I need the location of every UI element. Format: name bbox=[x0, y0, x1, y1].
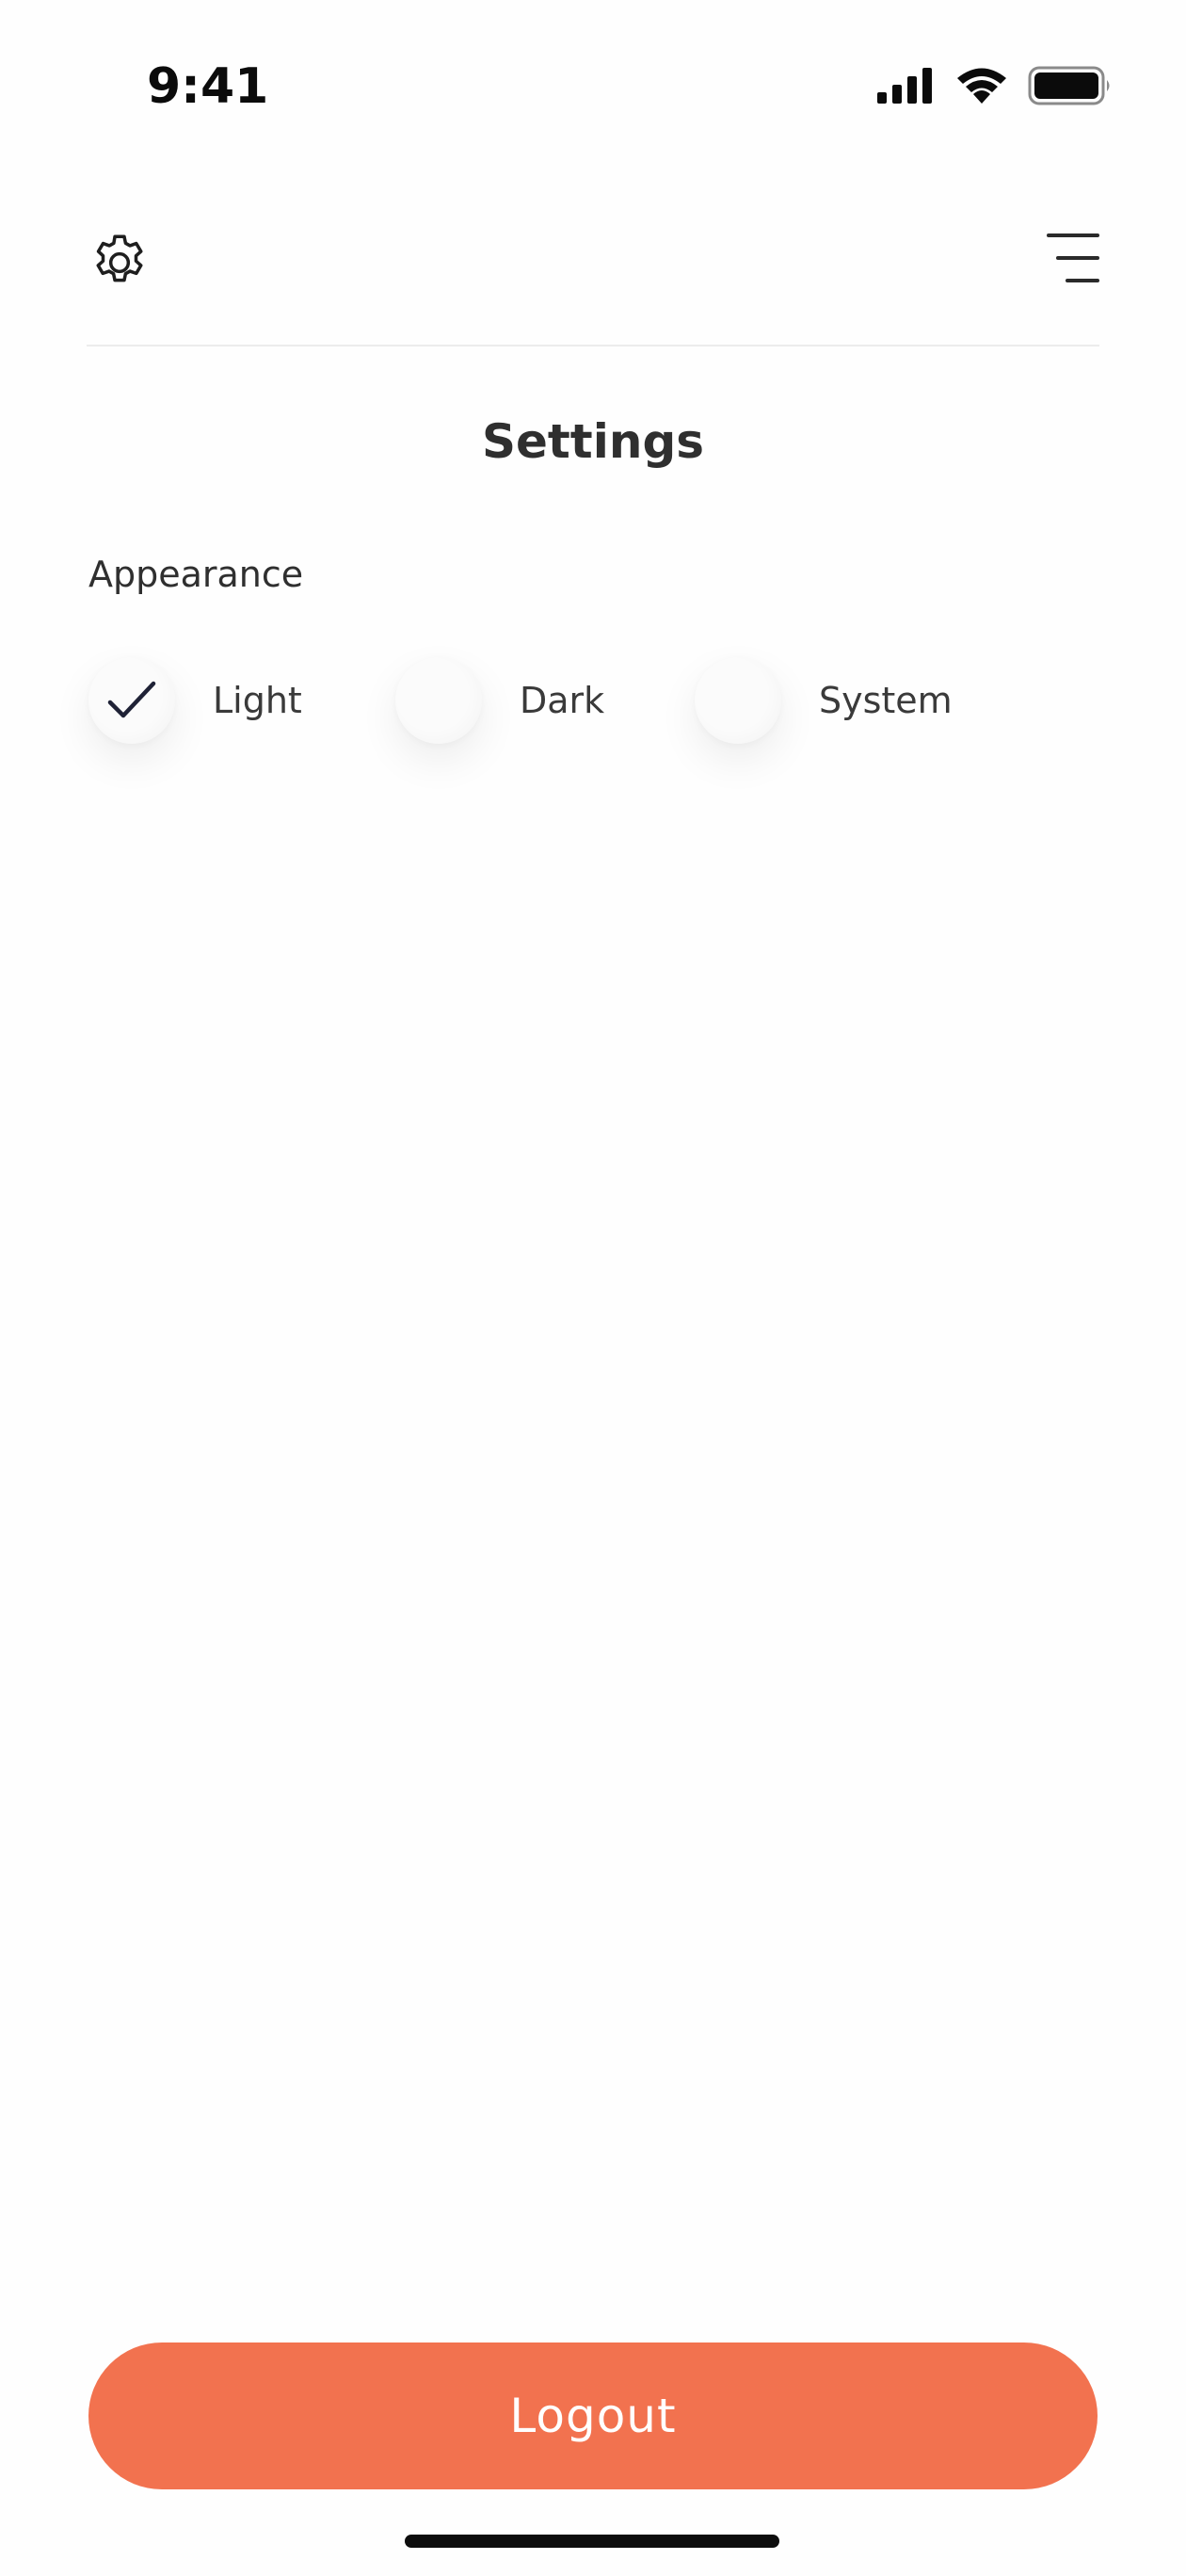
option-label-dark: Dark bbox=[520, 680, 605, 721]
home-indicator bbox=[405, 2535, 779, 2548]
appearance-option-dark[interactable]: Dark bbox=[395, 655, 604, 746]
option-label-system: System bbox=[819, 680, 953, 721]
checkmark-icon bbox=[107, 681, 156, 718]
page-title: Settings bbox=[481, 414, 704, 469]
radio-dark[interactable] bbox=[395, 657, 482, 744]
top-bar bbox=[87, 224, 1099, 346]
option-label-light: Light bbox=[213, 680, 302, 721]
status-bar: 9:41 bbox=[0, 0, 1186, 169]
appearance-option-system[interactable]: System bbox=[695, 655, 953, 746]
radio-system[interactable] bbox=[695, 657, 781, 744]
appearance-section-label: Appearance bbox=[88, 554, 304, 595]
radio-light[interactable] bbox=[88, 657, 175, 744]
gear-icon[interactable] bbox=[87, 230, 152, 296]
wifi-icon bbox=[957, 68, 1006, 104]
menu-icon[interactable] bbox=[1047, 230, 1099, 286]
logout-button[interactable]: Logout bbox=[88, 2343, 1098, 2489]
battery-icon bbox=[1028, 66, 1110, 105]
status-time: 9:41 bbox=[147, 58, 269, 115]
cellular-signal-icon bbox=[877, 68, 932, 104]
appearance-option-light[interactable]: Light bbox=[88, 655, 302, 746]
